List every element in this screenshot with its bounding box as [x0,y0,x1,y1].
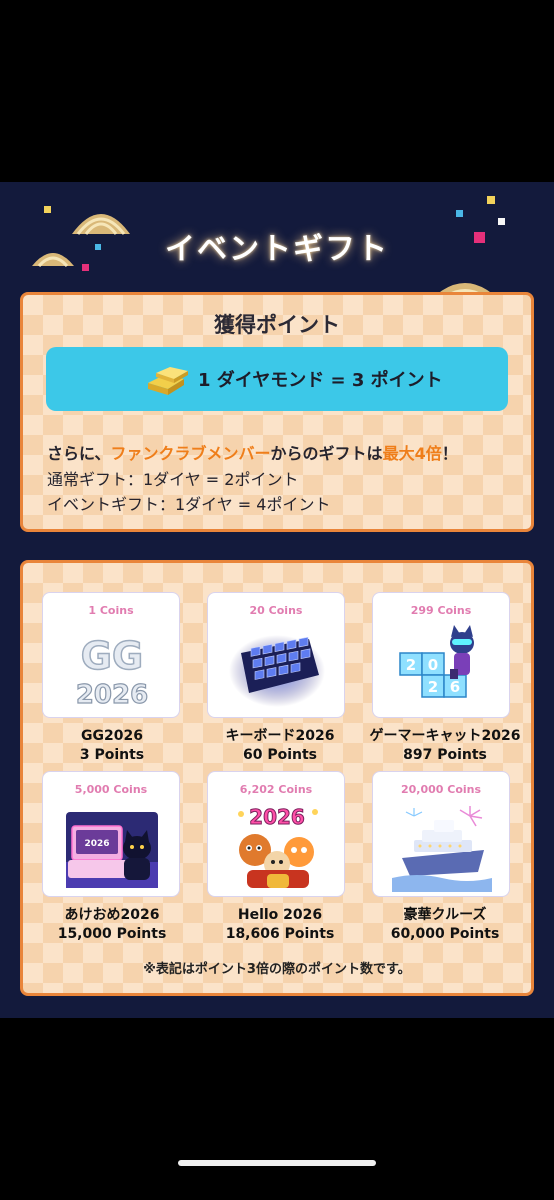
rate-text: 1 ダイヤモンド = 3 ポイント [198,370,443,391]
bonus-suffix: ！ [441,444,458,463]
gift-points: 60,000 Points [390,926,500,942]
gift-coins: 1 Coins [88,604,134,617]
gift-name: キーボード2026 [225,728,335,744]
hello-2026-characters-icon: 2026 [238,805,318,888]
gift-label: あけおめ2026 15,000 Points [23,906,201,944]
gift-name: ゲーマーキャット2026 [369,728,521,744]
gift-points: 3 Points [79,747,145,763]
svg-text:2026: 2026 [249,805,305,829]
svg-text:GG: GG [81,634,143,678]
gift-coins: 6,202 Coins [239,783,313,796]
rate-box: 1 ダイヤモンド = 3 ポイント [46,347,508,411]
confetti-square [44,206,51,213]
gift-card[interactable]: 20 Coins [207,592,345,718]
fanclub-member-text: ファンクラブメンバー [110,444,271,463]
max-multiplier-text: 最大4倍 [382,444,442,463]
gift-label: Hello 2026 18,606 Points [191,906,369,944]
gift-points: 60 Points [242,747,318,763]
bonus-prefix: さらに、 [47,444,111,463]
normal-gift-rate: 通常ギフト：1ダイヤ = 2ポイント [47,470,299,489]
gift-card[interactable]: 1 Coins GG 2026 [42,592,180,718]
bonus-middle: からのギフトは [270,444,383,463]
gift-card[interactable]: 299 Coins 2026 [372,592,510,718]
akeome-desk-icon: 2026 [66,812,158,888]
svg-text:0: 0 [428,656,438,674]
gift-card[interactable]: 6,202 Coins 2026 [207,771,345,897]
points-panel: 獲得ポイント 1 ダイヤモンド = 3 ポイント さらに、ファンクラブメンバーか… [20,292,534,532]
gamer-cat-icon: 2 02 6 [399,625,474,698]
svg-text:2: 2 [428,678,438,696]
gift-card[interactable]: 20,000 Coins [372,771,510,897]
gift-name: GG2026 [81,728,143,744]
gift-points: 15,000 Points [57,926,167,942]
gifts-panel: 1 Coins GG 2026 GG2026 3 Points 20 Coins [20,560,534,996]
gift-coins: 20,000 Coins [400,783,482,796]
confetti-square [456,210,463,217]
points-heading: 獲得ポイント [214,313,340,337]
svg-text:2026: 2026 [76,680,148,710]
gift-points: 18,606 Points [225,926,335,942]
event-title: イベントギフト [165,232,389,267]
svg-text:2: 2 [406,656,416,674]
gift-label: GG2026 3 Points [23,727,201,765]
event-banner: イベントギフト 獲得ポイント 1 ダイヤモンド = 3 ポイント さらに、ファン… [0,182,554,1018]
gold-bar-icon [148,367,188,395]
gift-label: キーボード2026 60 Points [191,727,369,765]
home-indicator[interactable] [178,1160,376,1166]
svg-text:2026: 2026 [84,839,109,849]
gift-name: あけおめ2026 [64,907,160,923]
points-note: ※表記はポイント3倍の際のポイント数です。 [143,962,411,977]
keyboard-icon [229,635,325,707]
bonus-line: さらに、ファンクラブメンバーからのギフトは最大4倍！ [47,440,458,464]
gift-label: ゲーマーキャット2026 897 Points [356,727,534,765]
svg-text:6: 6 [450,678,460,696]
gg2026-text-art: GG 2026 [75,633,149,710]
gift-coins: 299 Coins [410,604,472,617]
confetti-square [487,196,495,204]
gift-label: 豪華クルーズ 60,000 Points [356,906,534,944]
event-gift-rate: イベントギフト：1ダイヤ = 4ポイント [47,495,331,514]
gift-coins: 20 Coins [249,604,303,617]
gift-name: 豪華クルーズ [403,907,487,923]
cruise-ship-icon [392,806,492,892]
gift-card[interactable]: 5,000 Coins 2026 [42,771,180,897]
gift-coins: 5,000 Coins [74,783,148,796]
gift-points: 897 Points [403,747,487,763]
gift-name: Hello 2026 [237,907,323,923]
